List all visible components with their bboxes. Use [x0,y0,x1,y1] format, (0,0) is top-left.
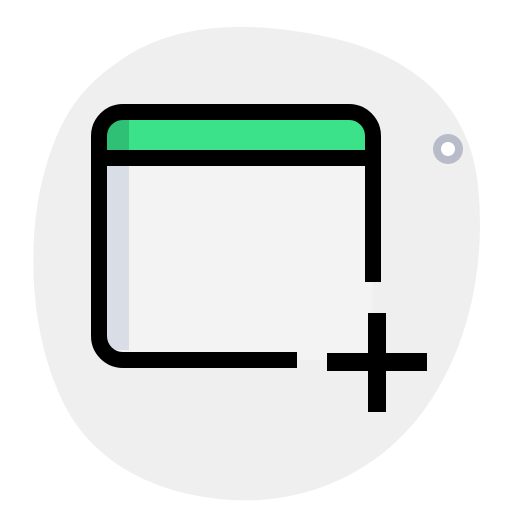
add-new-window-icon [33,26,480,501]
icon-canvas [0,0,512,512]
dot-ring-hole [441,142,455,156]
